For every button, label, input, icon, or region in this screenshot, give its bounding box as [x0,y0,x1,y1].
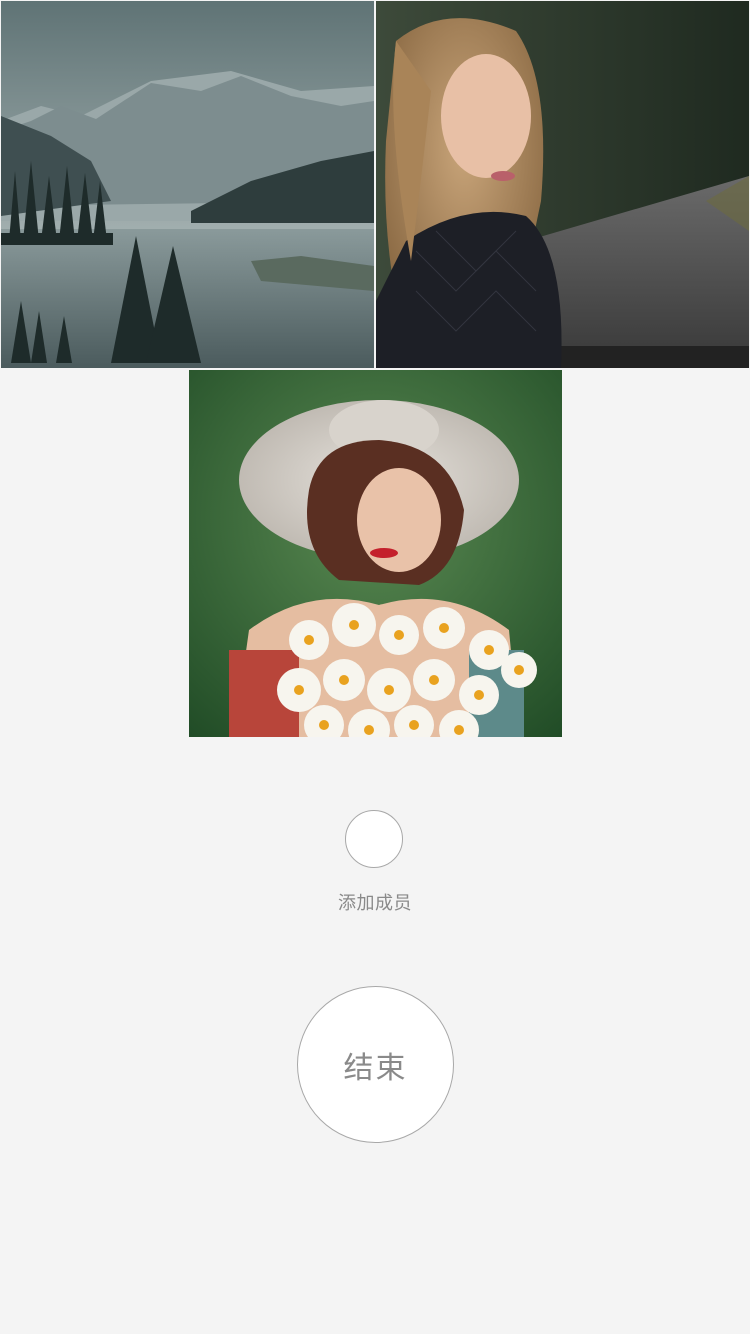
group-call-screen: 添加成员 结束 [0,0,750,1334]
mountain-lake-photo [1,1,374,368]
add-member-label: 添加成员 [338,893,412,914]
end-call-label: 结束 [343,1050,408,1086]
end-call-button[interactable]: 结束 [297,986,454,1143]
participant-video-tile-2[interactable] [376,1,749,368]
add-member-button[interactable] [345,810,403,868]
blonde-woman-portrait-photo [376,1,749,368]
woman-with-hat-and-daisies-photo [189,370,562,737]
participant-video-tile-3[interactable] [189,370,562,737]
participant-video-tile-1[interactable] [1,1,374,368]
